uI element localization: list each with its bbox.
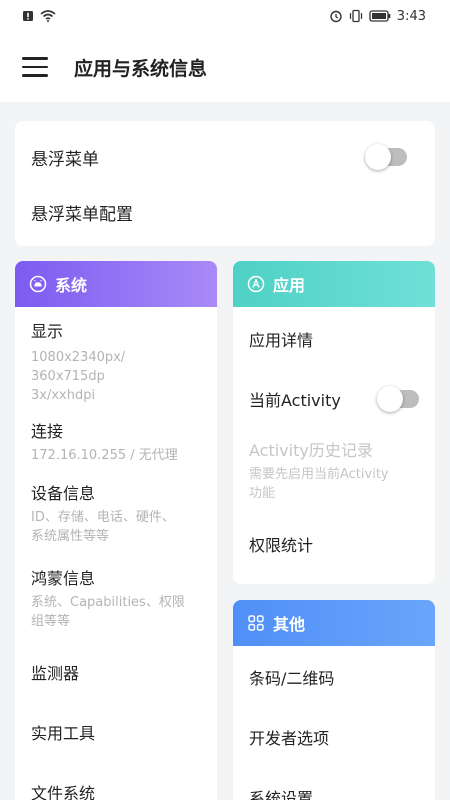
app-bar: 应用与系统信息 [0, 32, 450, 102]
display-sub-line: 3x/xxhdpi [31, 388, 96, 403]
filesystem-item[interactable]: 文件系统 [31, 780, 205, 800]
device-info-sub-line: ID、存储、电话、硬件、 [31, 510, 175, 525]
barcode-item[interactable]: 条码/二维码 [249, 665, 423, 689]
floating-menu-config-label: 悬浮菜单配置 [31, 204, 133, 225]
current-activity-toggle[interactable] [377, 386, 419, 412]
device-info-subtitle: ID、存储、电话、硬件、 系统属性等等 [31, 508, 205, 546]
menu-icon-line [22, 65, 48, 69]
alert-icon [23, 11, 33, 21]
system-header: 系统 [15, 261, 217, 307]
system-header-label: 系统 [55, 276, 88, 295]
android-icon [29, 275, 47, 293]
device-info-title: 设备信息 [31, 484, 96, 503]
device-info-item[interactable]: 设备信息 ID、存储、电话、硬件、 系统属性等等 [31, 480, 205, 546]
app-details-title: 应用详情 [249, 331, 314, 350]
toggle-knob [365, 144, 391, 170]
floating-menu-card: 悬浮菜单 悬浮菜单配置 [15, 121, 435, 246]
toggle-knob [377, 386, 403, 412]
other-header: 其他 [233, 600, 435, 646]
harmony-info-subtitle: 系统、Capabilities、权限 组等等 [31, 593, 205, 631]
status-bar: 3:43 [0, 0, 450, 32]
display-title: 显示 [31, 322, 64, 341]
system-settings-item[interactable]: 系统设置 [249, 785, 423, 800]
floating-menu-toggle[interactable] [365, 144, 407, 170]
monitor-title: 监测器 [31, 664, 80, 683]
apps-header-label: 应用 [273, 276, 306, 295]
harmony-info-title: 鸿蒙信息 [31, 569, 96, 588]
system-card: 系统 显示 1080x2340px/ 360x715dp 3x/xxhdpi 连… [15, 261, 217, 800]
menu-icon-line [22, 74, 48, 77]
connection-title: 连接 [31, 422, 64, 441]
display-subtitle: 1080x2340px/ 360x715dp 3x/xxhdpi [31, 348, 205, 405]
current-activity-item[interactable]: 当前Activity [249, 386, 435, 412]
permission-stats-title: 权限统计 [249, 536, 314, 555]
activity-history-sub-line: 需要先启用当前Activity [249, 467, 389, 482]
utilities-item[interactable]: 实用工具 [31, 720, 205, 744]
activity-history-title: Activity历史记录 [249, 441, 373, 460]
other-card: 其他 条码/二维码 开发者选项 系统设置 [233, 600, 435, 800]
display-item[interactable]: 显示 1080x2340px/ 360x715dp 3x/xxhdpi [31, 318, 205, 405]
vibrate-icon [349, 9, 362, 23]
utilities-title: 实用工具 [31, 724, 96, 743]
floating-menu-label: 悬浮菜单 [31, 149, 99, 170]
battery-icon [369, 10, 391, 22]
developer-options-item[interactable]: 开发者选项 [249, 725, 423, 749]
menu-icon-line [22, 57, 48, 60]
harmony-info-sub-line: 组等等 [31, 614, 71, 629]
harmony-info-sub-line: 系统、Capabilities、权限 [31, 595, 185, 610]
permission-stats-item[interactable]: 权限统计 [249, 532, 423, 556]
display-sub-line: 1080x2340px/ [31, 350, 126, 365]
grid-icon [247, 614, 265, 632]
apps-card: 应用 应用详情 当前Activity Activity历史记录 需要先启用当前A… [233, 261, 435, 584]
apps-header: 应用 [233, 261, 435, 307]
connection-subtitle: 172.16.10.255 / 无代理 [31, 448, 178, 463]
floating-menu-config-row[interactable]: 悬浮菜单配置 [31, 200, 407, 225]
display-sub-line: 360x715dp [31, 369, 105, 384]
device-info-sub-line: 系统属性等等 [31, 529, 110, 544]
activity-history-item: Activity历史记录 需要先启用当前Activity 功能 [249, 437, 423, 503]
page-title: 应用与系统信息 [74, 57, 208, 80]
app-store-icon [247, 275, 265, 293]
system-settings-title: 系统设置 [249, 789, 314, 800]
wifi-icon [40, 10, 56, 22]
filesystem-title: 文件系统 [31, 784, 96, 800]
developer-options-title: 开发者选项 [249, 729, 330, 748]
other-header-label: 其他 [273, 615, 306, 634]
connection-item[interactable]: 连接 172.16.10.255 / 无代理 [31, 418, 205, 465]
harmony-info-item[interactable]: 鸿蒙信息 系统、Capabilities、权限 组等等 [31, 565, 205, 631]
floating-menu-row[interactable]: 悬浮菜单 [31, 144, 407, 170]
menu-button[interactable] [22, 57, 48, 77]
current-activity-title: 当前Activity [249, 391, 341, 410]
status-left [22, 10, 56, 22]
activity-history-subtitle: 需要先启用当前Activity 功能 [249, 465, 423, 503]
barcode-title: 条码/二维码 [249, 669, 335, 688]
activity-history-sub-line: 功能 [249, 486, 276, 501]
monitor-item[interactable]: 监测器 [31, 660, 205, 684]
status-right: 3:43 [329, 9, 426, 24]
alarm-icon [330, 10, 342, 23]
app-details-item[interactable]: 应用详情 [249, 327, 423, 351]
status-time: 3:43 [396, 8, 426, 24]
